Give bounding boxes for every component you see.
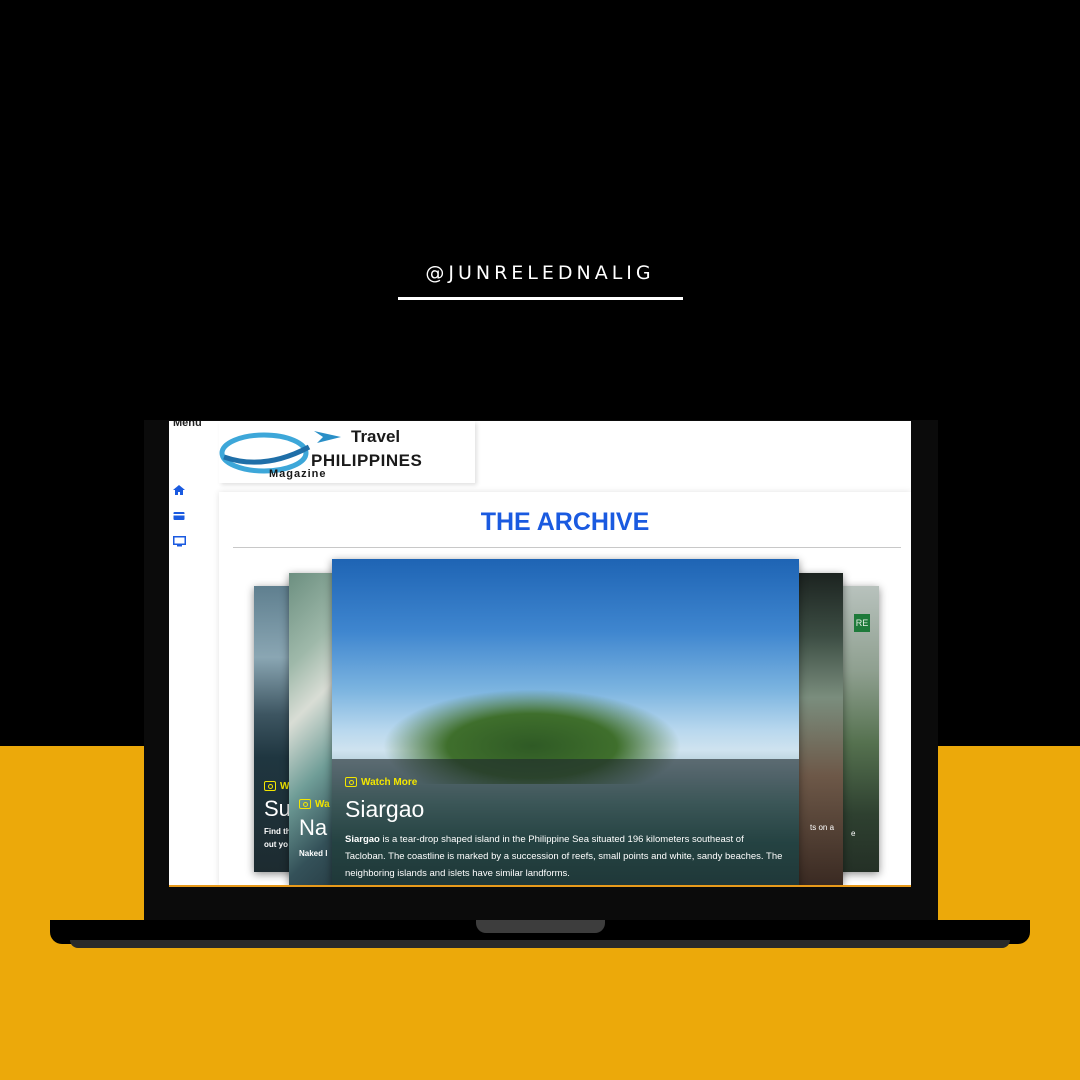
card-badge: RE [854, 614, 870, 632]
logo-text-philippines: PHILIPPINES [311, 451, 423, 470]
laptop-screen: Menu Travel PHILIPPINES Magazine THE ARC… [169, 421, 911, 887]
card-caption: Watch More Siargao Siargao is a tear-dro… [332, 759, 799, 885]
card-snippet: Find th [264, 827, 291, 836]
camera-icon [299, 799, 311, 810]
card-title: Su [264, 796, 291, 821]
laptop-base-shadow [70, 940, 1010, 948]
laptop-notch [476, 920, 605, 933]
card-snippet: e [851, 829, 856, 838]
home-icon[interactable] [173, 485, 185, 495]
watch-more-link[interactable]: Watch More [345, 777, 417, 788]
archive-panel: THE ARCHIVE Wa Su Find th out yo Wa Na N… [219, 492, 911, 885]
archive-title: THE ARCHIVE [480, 508, 650, 536]
card-title: Na [299, 815, 328, 840]
logo-text-travel: Travel [351, 427, 401, 446]
card-title: Siargao [345, 796, 425, 822]
card-snippet: ts on a [810, 823, 835, 832]
camera-icon [345, 777, 357, 788]
menu-label[interactable]: Menu [173, 421, 202, 429]
watch-more-link[interactable]: Wa [299, 799, 330, 810]
card-snippet: Naked I [299, 849, 328, 858]
camera-icon [264, 781, 276, 792]
site-logo[interactable]: Travel PHILIPPINES Magazine [219, 421, 475, 483]
carousel-card-main[interactable]: Watch More Siargao Siargao is a tear-dro… [332, 559, 799, 885]
card-description: Siargao is a tear-drop shaped island in … [345, 834, 783, 879]
card-icon[interactable] [173, 511, 185, 521]
card-snippet: out yo [264, 840, 288, 849]
sidebar: Menu [169, 421, 219, 885]
logo-text-magazine: Magazine [269, 468, 327, 480]
handle-underline [398, 297, 683, 300]
social-handle: @JUNRELEDNALIG [425, 262, 655, 284]
archive-divider [233, 547, 901, 548]
monitor-icon[interactable] [173, 536, 186, 547]
